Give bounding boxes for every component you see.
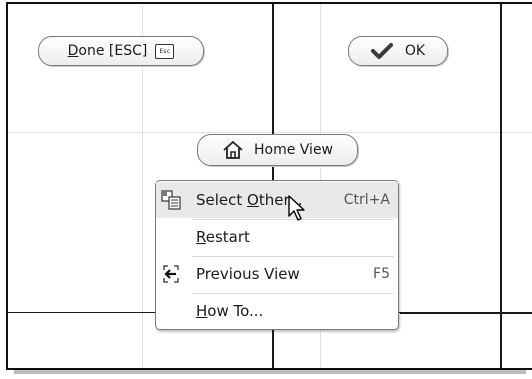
checkmark-icon (370, 43, 393, 59)
menu-item-shortcut: F5 (373, 266, 390, 282)
sketch-line (400, 312, 532, 314)
menu-item-shortcut: Ctrl+A (343, 192, 390, 208)
menu-item-previous-view[interactable]: Previous View F5 (156, 256, 398, 292)
done-button[interactable]: Done [ESC] Esc (38, 36, 204, 66)
previous-view-icon (163, 265, 179, 283)
context-menu: Select Other... Ctrl+A Restart Previous … (155, 180, 399, 330)
menu-item-restart[interactable]: Restart (156, 219, 398, 255)
menu-item-label: How To... (196, 302, 264, 320)
menu-item-select-other[interactable]: Select Other... Ctrl+A (156, 182, 398, 218)
ok-button[interactable]: OK (348, 36, 448, 66)
esc-key-icon: Esc (155, 43, 175, 59)
home-view-label: Home View (253, 142, 334, 158)
menu-item-label: Previous View (196, 265, 300, 283)
home-view-button[interactable]: Home View (197, 134, 358, 166)
done-label: Done [ESC] (67, 43, 148, 59)
ok-label: OK (404, 43, 426, 59)
grid-line (8, 132, 532, 133)
menu-item-label: Restart (196, 228, 250, 246)
select-other-icon (161, 190, 181, 210)
home-icon (223, 141, 243, 159)
mouse-cursor-icon (288, 195, 305, 221)
menu-item-how-to[interactable]: How To... (156, 293, 398, 329)
